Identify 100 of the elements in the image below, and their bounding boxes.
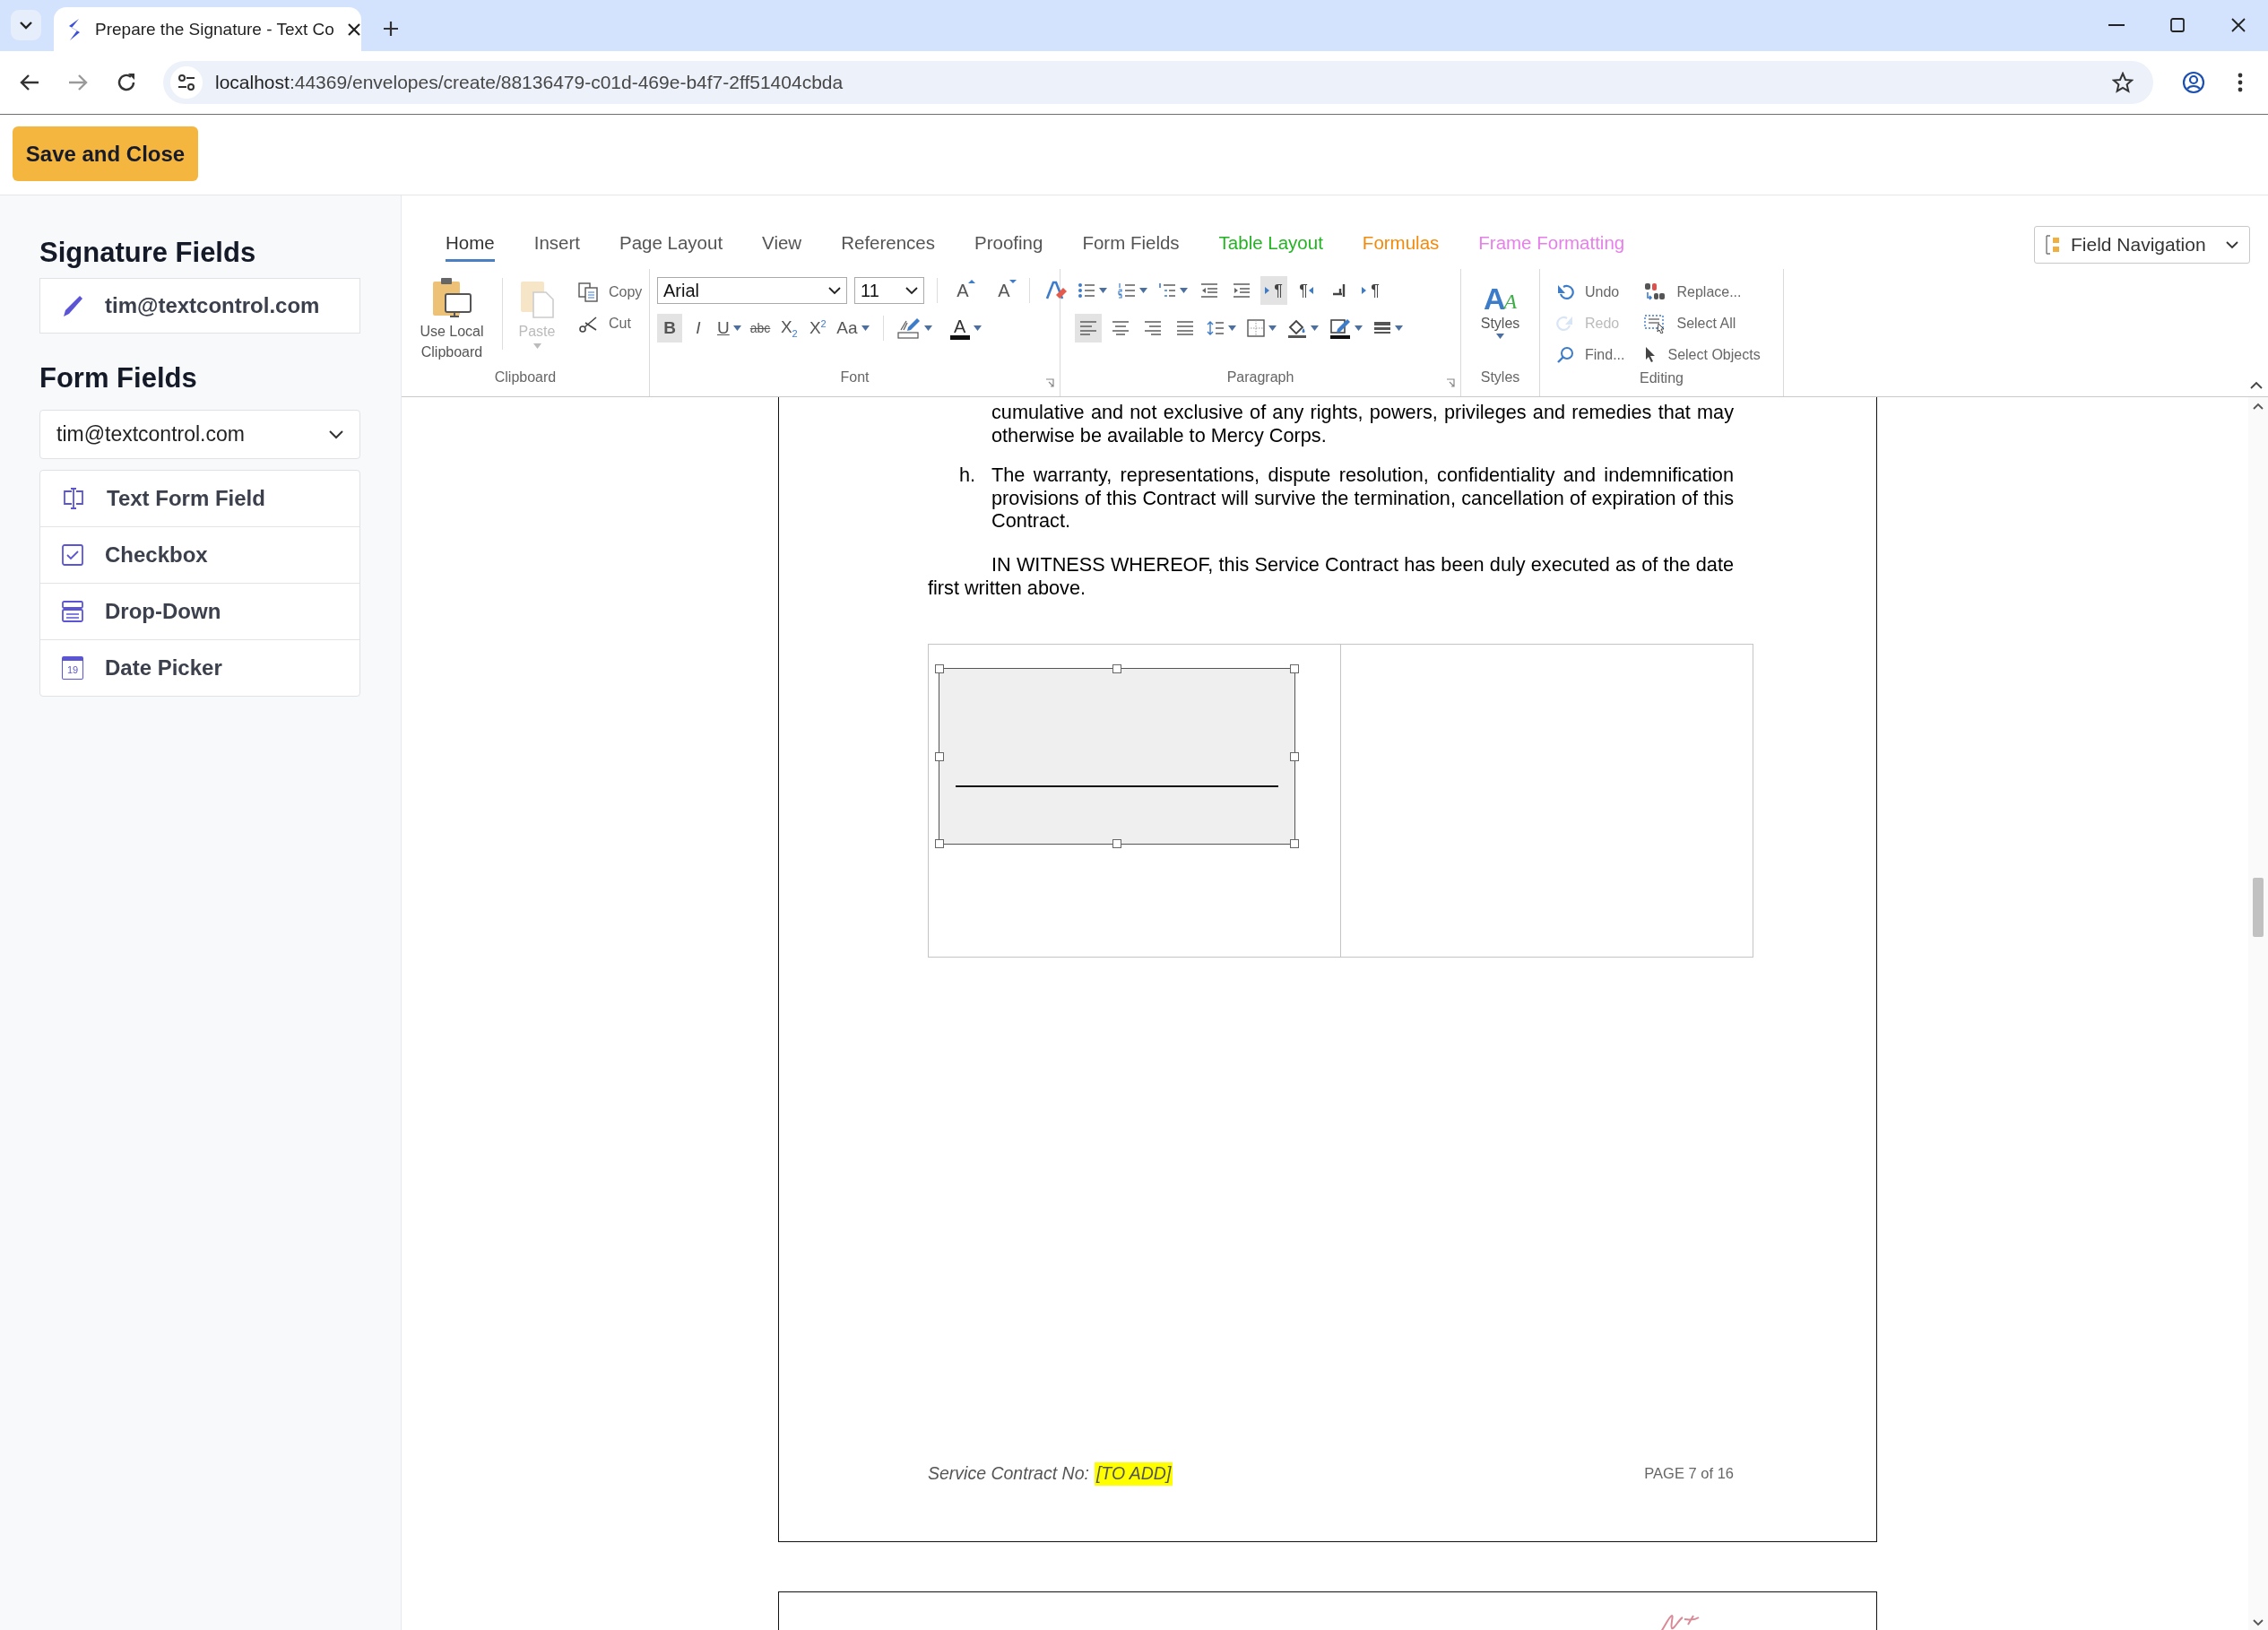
ribbon-tab[interactable]: Proofing — [974, 232, 1043, 262]
profile-icon — [2182, 71, 2205, 94]
resize-handle[interactable] — [935, 839, 944, 849]
browser-tab[interactable]: Prepare the Signature - Text Co — [54, 7, 361, 51]
shrink-font-button[interactable]: A — [991, 276, 1017, 305]
page-number: PAGE 7 of 16 — [1644, 1464, 1734, 1484]
address-bar[interactable]: localhost:44369/envelopes/create/88136479-c01d-469e-b4f7-2ff51404cbda — [163, 61, 2153, 104]
signature-field-item[interactable]: tim@textcontrol.com — [39, 278, 360, 334]
chevron-up-icon — [2250, 381, 2263, 389]
ribbon-tab[interactable]: Form Fields — [1082, 232, 1180, 262]
format-button[interactable]: U — [714, 314, 744, 342]
form-field-item[interactable]: 19 Date Picker — [40, 639, 359, 696]
ribbon-tab[interactable]: Insert — [533, 232, 580, 262]
align-left-icon — [1079, 321, 1097, 335]
replace-button[interactable]: Replace... — [1644, 276, 1761, 308]
font-color-button[interactable]: A — [947, 314, 984, 342]
select-all-button[interactable]: Select All — [1644, 308, 1761, 339]
checkbox-icon — [62, 544, 83, 566]
replace-icon — [1644, 282, 1666, 302]
ribbon-tab[interactable]: Page Layout — [619, 232, 723, 262]
caret-icon — [732, 325, 741, 331]
caret-icon — [1268, 325, 1277, 331]
caret-icon — [1180, 288, 1188, 293]
undo-icon — [1556, 282, 1574, 301]
pen-icon — [62, 294, 83, 317]
form-field-item[interactable]: Drop-Down — [40, 583, 359, 639]
group-label: Paragraph — [1226, 369, 1294, 386]
caret-icon — [861, 325, 870, 331]
signer-dropdown[interactable]: tim@textcontrol.com — [39, 410, 360, 459]
resize-handle[interactable] — [1290, 664, 1299, 674]
select-objects-button[interactable]: Select Objects — [1644, 339, 1761, 370]
menu-icon — [2238, 73, 2243, 92]
chevron-down-icon — [2253, 1619, 2264, 1626]
list-marker: h. — [958, 464, 977, 489]
resize-handle[interactable] — [935, 751, 944, 761]
scrollbar[interactable] — [2248, 397, 2268, 1630]
chevron-down-icon — [20, 21, 32, 30]
styles-button[interactable]: AA Styles — [1461, 276, 1539, 369]
use-local-clipboard-button[interactable]: Use Local Clipboard — [411, 276, 493, 369]
numbered-list-icon — [1118, 282, 1136, 299]
reload-icon — [117, 73, 136, 92]
grow-font-button[interactable]: A — [950, 276, 975, 305]
url-text: localhost:44369/envelopes/create/88136479-c01d-469e-b4f7-2ff51404cbda — [215, 72, 844, 93]
undo-button[interactable]: Undo — [1556, 276, 1625, 308]
dialog-launcher-icon — [1045, 378, 1054, 387]
chevron-down-icon — [329, 429, 343, 439]
field-navigation-button[interactable]: Field Navigation — [2034, 226, 2250, 264]
section-heading: Signature Fields — [39, 237, 256, 269]
bullet-list-icon — [1078, 282, 1095, 299]
chevron-up-icon — [2253, 403, 2264, 410]
close-icon — [346, 22, 361, 37]
paragraph-button[interactable]: ¶ — [1293, 276, 1320, 305]
format-button[interactable]: B — [657, 314, 682, 342]
chevron-down-icon — [905, 286, 918, 295]
site-settings-icon — [177, 74, 195, 91]
caret-icon — [1311, 325, 1319, 331]
format-button[interactable]: X$_{2}$ — [776, 314, 802, 342]
font-name-dropdown[interactable]: Arial — [657, 277, 847, 304]
format-button[interactable]: X$^{2}$ — [805, 314, 831, 342]
star-icon — [2112, 72, 2134, 93]
ribbon-tab[interactable]: References — [841, 232, 935, 262]
tab-search-button[interactable] — [11, 10, 41, 40]
chevron-down-icon — [2226, 240, 2238, 249]
resize-handle[interactable] — [1290, 839, 1299, 849]
find-button[interactable]: Find... — [1556, 339, 1625, 370]
resize-handle[interactable] — [1112, 664, 1121, 674]
scrollbar-thumb[interactable] — [2253, 878, 2264, 937]
maximize-icon — [2169, 17, 2186, 33]
format-button[interactable]: abc — [747, 314, 774, 342]
copy-button[interactable]: Copy — [578, 276, 643, 308]
form-field-item[interactable]: Text Form Field — [40, 471, 359, 526]
field-navigation-icon — [2046, 235, 2062, 255]
form-field-item[interactable]: Checkbox — [40, 526, 359, 583]
resize-handle[interactable] — [1112, 839, 1121, 849]
resize-handle[interactable] — [935, 664, 944, 674]
format-button[interactable]: I — [686, 314, 711, 342]
borders-icon — [1247, 319, 1265, 337]
collapse-ribbon-button[interactable] — [2250, 381, 2263, 389]
pen-color-icon — [1329, 317, 1351, 339]
minimize-icon — [2108, 24, 2125, 26]
font-size-dropdown[interactable]: 11 — [854, 277, 924, 304]
border-style-icon — [1373, 321, 1391, 335]
caret-icon — [1496, 334, 1504, 339]
search-icon — [1556, 345, 1574, 364]
ribbon-tab[interactable]: Home — [446, 232, 495, 262]
justify-icon — [1176, 321, 1194, 335]
resize-handle[interactable] — [1290, 751, 1299, 761]
align-right-icon — [1144, 321, 1162, 335]
redo-icon — [1556, 314, 1574, 333]
increase-indent-icon — [1233, 283, 1251, 298]
forward-icon — [68, 74, 88, 91]
select-all-icon — [1644, 313, 1666, 334]
save-and-close-button[interactable]: Save and Close — [13, 126, 198, 181]
text-field-icon — [62, 487, 85, 510]
ribbon-tab[interactable]: View — [762, 232, 802, 262]
clipboard-monitor-icon — [431, 276, 472, 319]
paint-bucket-icon — [1287, 318, 1307, 338]
cut-button[interactable]: Cut — [578, 308, 643, 339]
format-button[interactable]: Aa — [834, 314, 872, 342]
align-center-icon — [1112, 321, 1130, 335]
